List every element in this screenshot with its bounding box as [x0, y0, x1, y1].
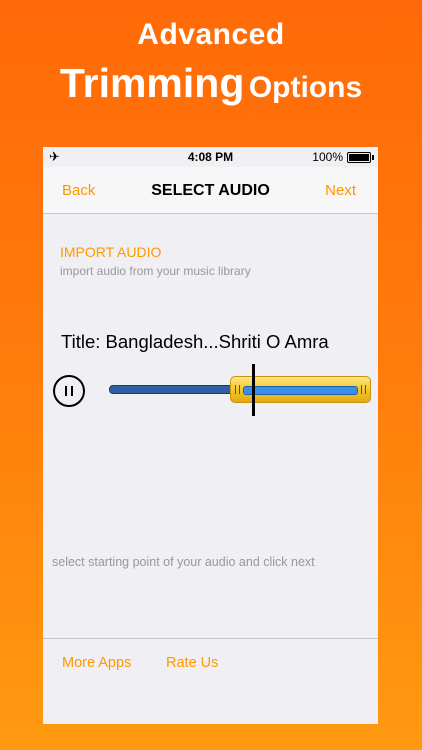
promo-word-options: Options — [248, 71, 363, 104]
pause-icon — [65, 386, 67, 396]
phone-screen: ✈ 4:08 PM 100% Back SELECT AUDIO Next IM… — [43, 147, 378, 724]
pause-button[interactable] — [53, 375, 85, 407]
promo-subheadline: Trimming Options — [0, 60, 422, 107]
more-apps-button[interactable]: More Apps — [62, 655, 131, 671]
promo-headline: Advanced — [137, 18, 285, 51]
navigation-bar: Back SELECT AUDIO Next — [43, 167, 378, 214]
song-title: Title: Bangladesh...Shriti O Amra — [61, 331, 329, 352]
promo-word-trimming: Trimming — [59, 60, 245, 106]
instruction-text: select starting point of your audio and … — [52, 555, 315, 569]
status-bar: ✈ 4:08 PM 100% — [43, 147, 378, 167]
left-grip-icon — [235, 385, 240, 394]
bottom-toolbar: More Apps Rate Us — [43, 638, 378, 724]
right-grip-icon — [361, 385, 366, 394]
playhead-marker[interactable] — [252, 364, 255, 416]
battery-icon — [347, 152, 374, 163]
rate-us-button[interactable]: Rate Us — [166, 655, 218, 671]
import-audio-subtitle: import audio from your music library — [60, 264, 251, 278]
trim-selected-range — [243, 386, 358, 395]
battery-percentage: 100% — [312, 150, 343, 164]
next-button[interactable]: Next — [325, 182, 356, 199]
import-audio-button[interactable]: IMPORT AUDIO — [60, 244, 161, 260]
